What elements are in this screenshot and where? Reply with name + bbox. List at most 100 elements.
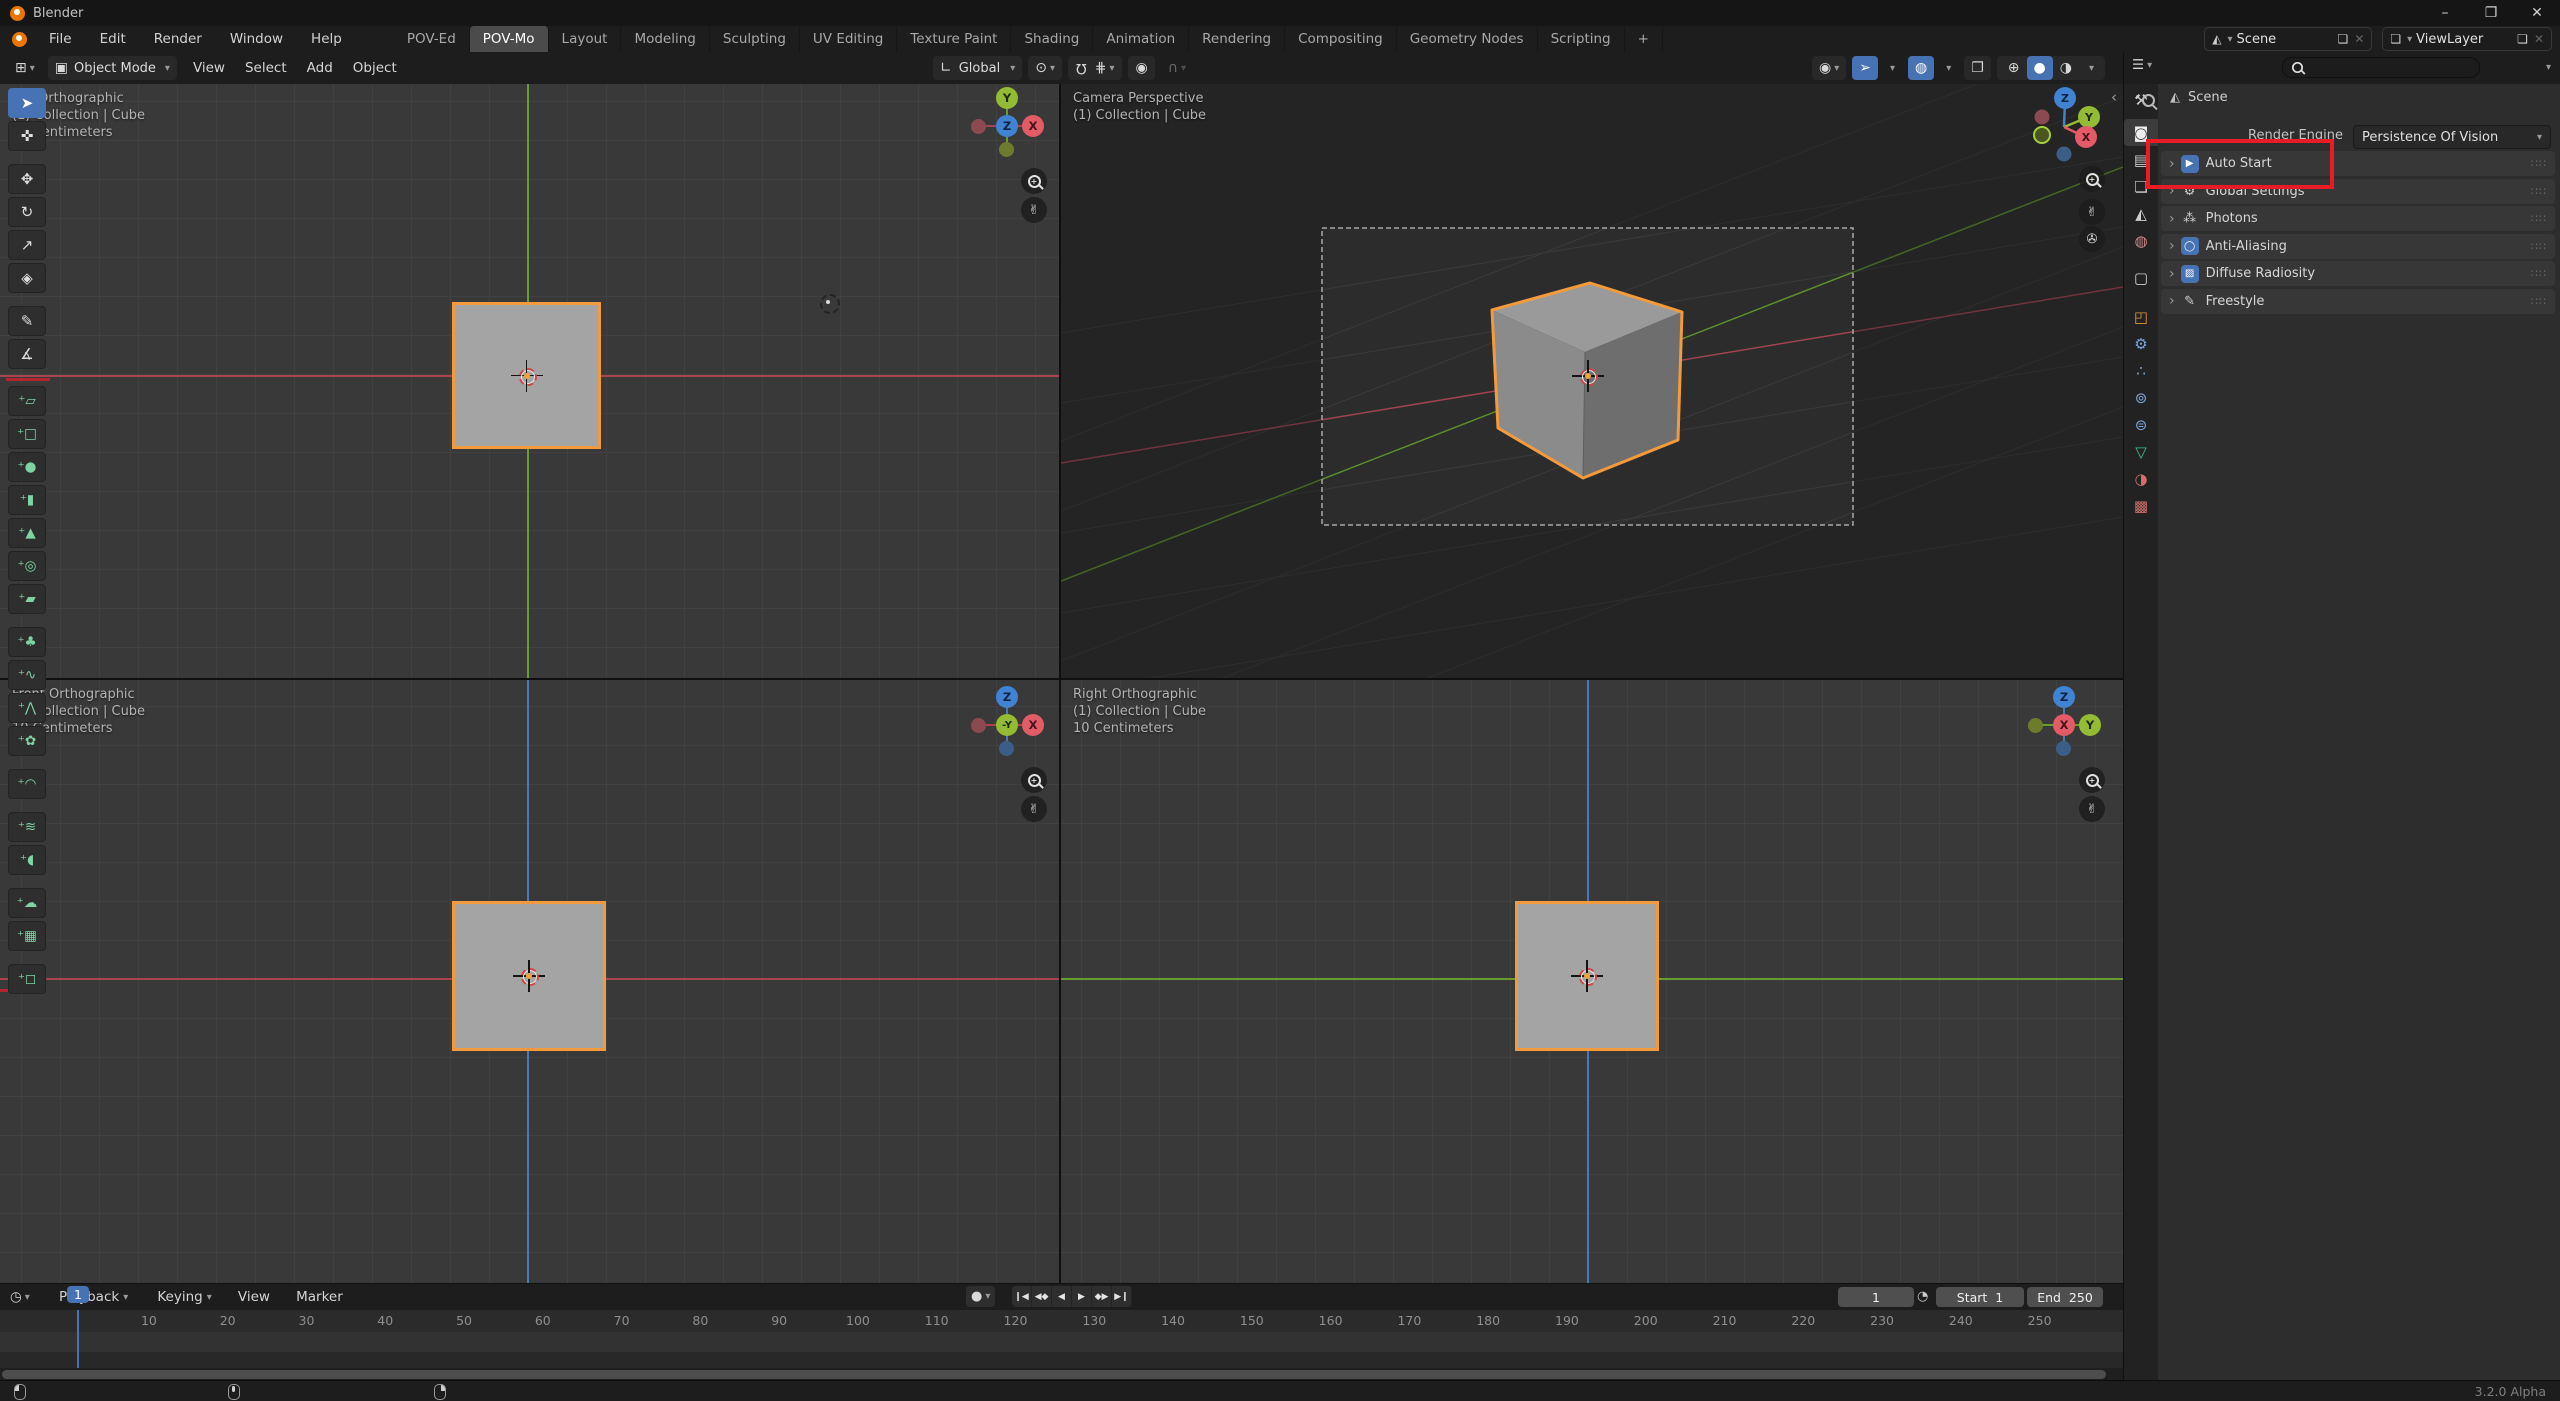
workspace-tab[interactable]: Animation (1093, 26, 1189, 52)
toolbar-tool-button[interactable]: ⁺▰ (8, 584, 46, 614)
mode-dropdown[interactable]: ▣ Object Mode ▾ (48, 56, 177, 80)
current-frame-field[interactable]: 1 (1838, 1287, 1914, 1307)
toolbar-tool-button[interactable]: ➤ (8, 88, 46, 118)
expand-chevron-icon[interactable]: › (2169, 211, 2175, 227)
cube-object[interactable] (452, 901, 606, 1051)
filter-dropdown[interactable]: ▾ (2546, 62, 2551, 73)
properties-tab[interactable]: ◰ (2124, 303, 2158, 330)
frame-end-field[interactable]: End 250 (2027, 1287, 2103, 1307)
frame-start-field[interactable]: Start 1 (1936, 1287, 2024, 1307)
gizmo-axis-z[interactable]: Z (996, 686, 1018, 708)
drag-handle-icon[interactable]: ∷∷ (2531, 267, 2547, 280)
toolbar-tool-button[interactable]: ⁺◎ (8, 551, 46, 581)
transport-button[interactable]: ▶❙ (1112, 1286, 1132, 1307)
workspace-tab[interactable]: Texture Paint (897, 26, 1011, 52)
viewport-right-orthographic[interactable]: Right Orthographic (1) Collection | Cube… (1061, 680, 2123, 1283)
gizmo-axis-x-neg[interactable] (971, 119, 986, 134)
close-icon[interactable]: ✕ (2354, 32, 2364, 46)
drag-handle-icon[interactable]: ∷∷ (2531, 240, 2547, 253)
wireframe-shading-button[interactable]: ⊕ (2001, 56, 2027, 80)
zoom-button[interactable]: + (1021, 168, 1047, 194)
properties-tab[interactable]: ◙ (2124, 119, 2158, 146)
viewlayer-name[interactable]: ViewLayer (2416, 32, 2504, 47)
workspace-tab[interactable]: POV-Ed (394, 26, 470, 52)
timeline-editor-type-button[interactable]: ◷ ▾ (0, 1284, 41, 1310)
stopwatch-icon[interactable]: ◔ (1917, 1289, 1928, 1304)
transport-button[interactable]: ◆▶ (1092, 1286, 1112, 1307)
cube-object[interactable] (452, 302, 601, 449)
scene-selector[interactable]: ◭ ▾ Scene ❏ ✕ (2204, 27, 2372, 51)
toolbar-tool-button[interactable]: ∡ (8, 339, 46, 369)
viewport-front-orthographic[interactable]: Front Orthographic (1) Collection | Cube… (0, 680, 1059, 1283)
snap-settings-dropdown[interactable]: ⋕ ▾ (1091, 56, 1119, 80)
gizmo-axis-z[interactable]: Z (996, 115, 1018, 137)
workspace-tab[interactable]: Sculpting (710, 26, 800, 52)
properties-tab[interactable]: ⚙ (2124, 330, 2158, 357)
workspace-tab[interactable]: Scripting (1538, 26, 1625, 52)
viewport-camera-perspective[interactable]: Camera Perspective (1) Collection | Cube… (1061, 84, 2123, 678)
light-object[interactable] (820, 294, 840, 314)
toolbar-tool-button[interactable]: ✜ (8, 121, 46, 151)
minimize-button[interactable]: – (2422, 0, 2468, 26)
pan-button[interactable]: ✌ (2079, 796, 2105, 822)
drag-handle-icon[interactable]: ∷∷ (2531, 212, 2547, 225)
blender-menu-icon[interactable] (12, 32, 27, 47)
toolbar-tool-button[interactable]: ⁺▱ (8, 386, 46, 416)
workspace-tab[interactable]: UV Editing (800, 26, 897, 52)
material-shading-button[interactable]: ◑ (2053, 56, 2079, 80)
falloff-dropdown[interactable]: ∩ ▾ (1161, 56, 1193, 80)
toolbar-tool-button[interactable]: ◈ (8, 263, 46, 293)
workspace-tab[interactable]: Geometry Nodes (1397, 26, 1538, 52)
topbar-menu-item[interactable]: Help (297, 26, 356, 52)
navigation-gizmo[interactable]: Z X -Y (966, 684, 1048, 766)
toggle-camera-view-button[interactable]: ✇ (2079, 226, 2105, 252)
properties-editor-type-button[interactable]: ☰ ▾ (2124, 52, 2163, 78)
expand-chevron-icon[interactable]: › (2169, 238, 2175, 254)
navigation-gizmo[interactable]: Z Y X (2019, 84, 2109, 174)
toolbar-tool-button[interactable]: ⁺⋀ (8, 693, 46, 723)
panel-icon[interactable]: ⚙ (2181, 182, 2199, 200)
toolbar-tool-button[interactable]: ⁺✿ (8, 726, 46, 756)
gizmo-axis-x-neg[interactable] (971, 718, 986, 733)
pin-icon[interactable] (2142, 94, 2155, 107)
properties-tab[interactable]: ◍ (2124, 227, 2158, 254)
scrollbar-thumb[interactable] (2, 1370, 2106, 1379)
navigation-gizmo[interactable]: Z Y X (2023, 684, 2105, 766)
proportional-editing-button[interactable]: ◉ (1128, 56, 1154, 80)
transport-button[interactable]: ◀◆ (1032, 1286, 1052, 1307)
properties-tab[interactable]: ▽ (2124, 438, 2158, 465)
expand-chevron-icon[interactable]: › (2169, 293, 2175, 309)
show-gizmo-button[interactable]: ➢ (1852, 56, 1878, 80)
sidebar-collapse-chevron[interactable]: ‹ (2111, 88, 2117, 106)
toolbar-tool-button[interactable]: ⁺▲ (8, 518, 46, 548)
close-icon[interactable]: ✕ (2534, 32, 2544, 46)
viewport-menu-item[interactable]: View (183, 60, 235, 76)
gizmo-axis-z-neg[interactable] (999, 741, 1014, 756)
topbar-menu-item[interactable]: Edit (86, 26, 140, 52)
toolbar-tool-button[interactable]: ⁺□ (8, 419, 46, 449)
show-overlays-button[interactable]: ◍ (1908, 56, 1934, 80)
toolbar-tool-button[interactable]: ⁺≋ (8, 812, 46, 842)
timeline-ruler[interactable]: 10 20 30 40 50 60 70 80 90 100 110 120 1… (0, 1310, 2123, 1333)
toolbar-tool-button[interactable]: ⁺◠ (8, 769, 46, 799)
gizmo-axis-y[interactable]: Y (2079, 714, 2101, 736)
pivot-point-dropdown[interactable]: ⊙ ▾ (1028, 56, 1062, 80)
toolbar-tool-button[interactable]: ⁺▦ (8, 921, 46, 951)
cube-object[interactable] (1515, 901, 1659, 1051)
panel-icon[interactable]: ▶ (2181, 155, 2199, 173)
transport-button[interactable]: ❙◀ (1012, 1286, 1032, 1307)
properties-search-input[interactable] (2282, 57, 2480, 78)
playhead-frame-badge[interactable]: 1 (67, 1286, 89, 1303)
scene-name[interactable]: Scene (2237, 32, 2325, 47)
gizmo-axis-x[interactable]: X (1022, 714, 1044, 736)
toolbar-tool-button[interactable]: ⁺◖ (8, 845, 46, 875)
toolbar-tool-button[interactable]: ⁺● (8, 452, 46, 482)
viewlayer-selector[interactable]: ❏ ▾ ViewLayer ❏ ✕ (2382, 27, 2552, 51)
toolbar-tool-button[interactable]: ⁺∿ (8, 660, 46, 690)
copy-icon[interactable]: ❏ (2517, 32, 2528, 46)
render-panel-row[interactable]: › ▨ Diffuse Radiosity ∷∷ (2161, 261, 2555, 286)
drag-handle-icon[interactable]: ∷∷ (2531, 295, 2547, 308)
navigation-gizmo[interactable]: Y X Z (966, 85, 1048, 167)
gizmo-axis-y-neg[interactable] (2028, 718, 2043, 733)
gizmo-dropdown[interactable]: ▾ (1880, 56, 1902, 80)
